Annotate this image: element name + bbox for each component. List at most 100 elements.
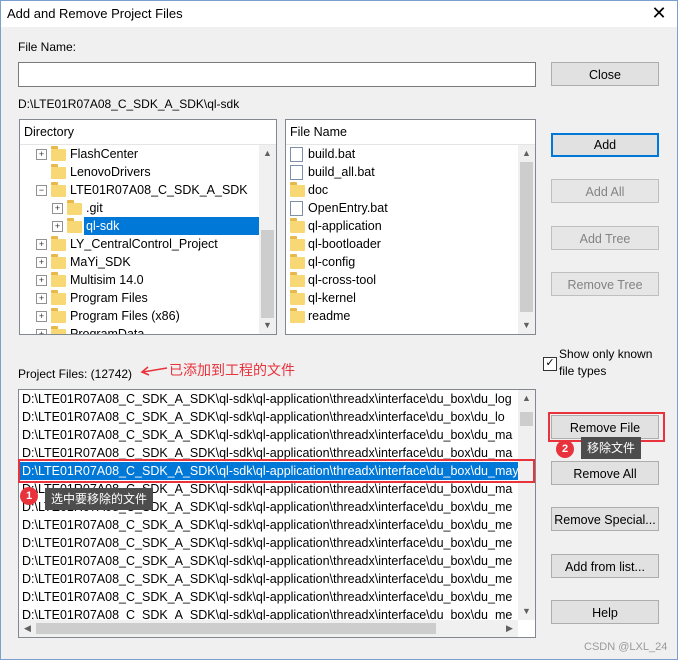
tree-item-label: FlashCenter <box>70 147 139 161</box>
folder-icon <box>67 218 82 233</box>
tree-item-mayi-sdk[interactable]: + MaYi_SDK <box>20 253 259 271</box>
file-item-label: ql-kernel <box>308 291 356 305</box>
close-icon[interactable]: ✕ <box>649 3 669 24</box>
tree-item-ql-sdk[interactable]: + ql-sdk <box>20 217 259 235</box>
window-title: Add and Remove Project Files <box>7 6 183 21</box>
file-item-label: doc <box>308 183 329 197</box>
show-known-checkbox[interactable]: ✓ <box>543 357 557 371</box>
file-item[interactable]: OpenEntry.bat <box>286 199 518 217</box>
expand-icon[interactable]: + <box>36 311 47 322</box>
project-file-row[interactable]: D:\LTE01R07A08_C_SDK_A_SDK\ql-sdk\ql-app… <box>19 588 512 606</box>
tree-item-lte01r07a08[interactable]: − LTE01R07A08_C_SDK_A_SDK <box>20 181 259 199</box>
scroll-up-icon[interactable]: ▲ <box>518 390 535 407</box>
remove-all-button[interactable]: Remove All <box>551 461 659 485</box>
project-file-row[interactable]: D:\LTE01R07A08_C_SDK_A_SDK\ql-sdk\ql-app… <box>19 552 512 570</box>
directory-list: + FlashCenter LenovoDrivers − LTE01R07A0… <box>20 145 259 334</box>
scroll-thumb[interactable] <box>261 230 274 318</box>
scroll-right-icon[interactable]: ▶ <box>501 620 518 637</box>
file-item[interactable]: doc <box>286 181 518 199</box>
scroll-up-icon[interactable]: ▲ <box>259 145 276 162</box>
expand-icon[interactable]: + <box>36 149 47 160</box>
file-item[interactable]: readme <box>286 307 518 325</box>
file-item[interactable]: build_all.bat <box>286 163 518 181</box>
project-files-list[interactable]: D:\LTE01R07A08_C_SDK_A_SDK\ql-sdk\ql-app… <box>18 389 536 638</box>
file-item[interactable]: ql-application <box>286 217 518 235</box>
scroll-up-icon[interactable]: ▲ <box>518 145 535 162</box>
scroll-thumb[interactable] <box>520 162 533 312</box>
current-path: D:\LTE01R07A08_C_SDK_A_SDK\ql-sdk <box>18 97 240 111</box>
expand-icon[interactable]: + <box>36 293 47 304</box>
directory-header[interactable]: Directory <box>20 120 276 145</box>
tree-item-program-files-x86[interactable]: + Program Files (x86) <box>20 307 259 325</box>
collapse-icon[interactable]: − <box>36 185 47 196</box>
close-button[interactable]: Close <box>551 62 659 86</box>
file-item-label: readme <box>308 309 351 323</box>
scroll-down-icon[interactable]: ▼ <box>518 317 535 334</box>
file-item[interactable]: build.bat <box>286 145 518 163</box>
file-item[interactable]: ql-cross-tool <box>286 271 518 289</box>
remove-tree-button[interactable]: Remove Tree <box>551 272 659 296</box>
add-all-button[interactable]: Add All <box>551 179 659 203</box>
project-file-row[interactable]: D:\LTE01R07A08_C_SDK_A_SDK\ql-sdk\ql-app… <box>19 534 512 552</box>
step1-tooltip: 选中要移除的文件 <box>45 488 154 510</box>
folder-icon <box>290 182 305 197</box>
tree-item-ly-centralcontrol[interactable]: + LY_CentralControl_Project <box>20 235 259 253</box>
project-file-row[interactable]: D:\LTE01R07A08_C_SDK_A_SDK\ql-sdk\ql-app… <box>19 426 512 444</box>
expand-icon[interactable]: + <box>36 239 47 250</box>
file-item[interactable]: ql-config <box>286 253 518 271</box>
file-item-label: build_all.bat <box>308 165 375 179</box>
tree-item-label: Program Files <box>70 291 148 305</box>
expand-icon[interactable]: + <box>36 329 47 334</box>
project-file-row[interactable]: D:\LTE01R07A08_C_SDK_A_SDK\ql-sdk\ql-app… <box>19 570 512 588</box>
tree-item-program-files[interactable]: + Program Files <box>20 289 259 307</box>
folder-icon <box>51 290 66 305</box>
add-tree-button[interactable]: Add Tree <box>551 226 659 250</box>
show-known-label-line1: Show only known <box>559 347 653 361</box>
tree-item-lenovodrivers[interactable]: LenovoDrivers <box>20 163 259 181</box>
remove-special-button[interactable]: Remove Special... <box>551 507 659 531</box>
folder-icon <box>290 308 305 323</box>
scroll-left-icon[interactable]: ◀ <box>19 620 36 637</box>
expand-icon[interactable]: + <box>52 221 63 232</box>
file-item[interactable]: ql-kernel <box>286 289 518 307</box>
bat-file-icon <box>290 165 303 180</box>
file-name-header[interactable]: File Name <box>286 120 535 145</box>
file-list[interactable]: File Name build.bat build_all.bat doc Op… <box>285 119 536 335</box>
project-file-row[interactable]: D:\LTE01R07A08_C_SDK_A_SDK\ql-sdk\ql-app… <box>19 408 505 426</box>
project-file-row[interactable]: D:\LTE01R07A08_C_SDK_A_SDK\ql-sdk\ql-app… <box>19 516 512 534</box>
added-files-annotation: 已添加到工程的文件 <box>169 362 295 378</box>
project-files-vscrollbar[interactable]: ▲ ▼ <box>518 390 535 620</box>
folder-icon <box>51 164 66 179</box>
scroll-thumb[interactable] <box>520 412 533 426</box>
expand-icon[interactable]: + <box>36 257 47 268</box>
file-item[interactable]: ql-bootloader <box>286 235 518 253</box>
project-files-hscrollbar[interactable]: ◀ ▶ <box>19 620 518 637</box>
folder-icon <box>67 200 82 215</box>
tree-item-programdata[interactable]: + ProgramData <box>20 325 259 334</box>
scroll-down-icon[interactable]: ▼ <box>518 603 535 620</box>
expand-icon[interactable]: + <box>52 203 63 214</box>
title-bar: Add and Remove Project Files ✕ <box>1 1 677 27</box>
tree-item-multisim[interactable]: + Multisim 14.0 <box>20 271 259 289</box>
hscroll-thumb[interactable] <box>36 623 436 634</box>
add-button[interactable]: Add <box>551 133 659 157</box>
add-from-list-button[interactable]: Add from list... <box>551 554 659 578</box>
directory-scrollbar[interactable]: ▲ ▼ <box>259 145 276 334</box>
file-item-label: ql-application <box>308 219 382 233</box>
file-name-label: File Name: <box>18 40 77 54</box>
tree-item-label: LenovoDrivers <box>70 165 151 179</box>
tree-item-flashcenter[interactable]: + FlashCenter <box>20 145 259 163</box>
scroll-down-icon[interactable]: ▼ <box>259 317 276 334</box>
folder-icon <box>290 272 305 287</box>
remove-file-button[interactable]: Remove File <box>551 415 659 439</box>
project-file-row[interactable]: D:\LTE01R07A08_C_SDK_A_SDK\ql-sdk\ql-app… <box>19 606 512 620</box>
tree-item-git[interactable]: + .git <box>20 199 259 217</box>
project-file-row[interactable]: D:\LTE01R07A08_C_SDK_A_SDK\ql-sdk\ql-app… <box>19 390 512 408</box>
file-name-input[interactable] <box>18 62 536 87</box>
help-button[interactable]: Help <box>551 600 659 624</box>
folder-icon <box>290 290 305 305</box>
file-list-scrollbar[interactable]: ▲ ▼ <box>518 145 535 334</box>
bat-file-icon <box>290 147 303 162</box>
expand-icon[interactable]: + <box>36 275 47 286</box>
directory-tree[interactable]: Directory + FlashCenter LenovoDrivers − … <box>19 119 277 335</box>
